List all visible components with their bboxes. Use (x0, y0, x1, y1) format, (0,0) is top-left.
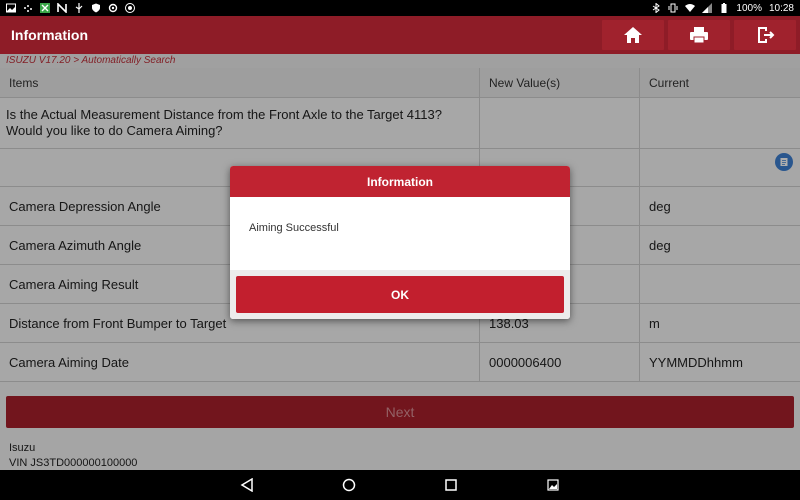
dialog-title: Information (230, 166, 570, 197)
signal-icon (702, 3, 713, 13)
information-dialog: Information Aiming Successful OK (230, 166, 570, 319)
page-title: Information (11, 27, 88, 43)
image-icon (6, 3, 16, 13)
back-icon (240, 478, 253, 492)
wifi-icon (685, 4, 696, 12)
ok-button[interactable]: OK (236, 276, 564, 313)
screenshot-icon (547, 479, 559, 491)
status-right-icons: 100% 10:28 (651, 3, 794, 14)
vibrate-icon (668, 3, 678, 13)
home-circle-icon (342, 478, 356, 492)
recents-button[interactable] (438, 475, 464, 495)
bluetooth-icon (653, 3, 661, 13)
exit-icon (758, 27, 775, 43)
n-icon (57, 3, 67, 13)
status-bar: 100% 10:28 (0, 0, 800, 16)
print-icon (690, 27, 708, 44)
status-left-icons (6, 3, 135, 13)
screenshot-button[interactable] (540, 475, 566, 495)
exit-button[interactable] (734, 20, 796, 50)
settings-icon (108, 3, 118, 13)
app-header: Information (0, 16, 800, 54)
dots-icon (24, 5, 32, 12)
dialog-footer: OK (230, 270, 570, 319)
navigation-bar (0, 470, 800, 500)
shield-icon (92, 3, 100, 13)
print-button[interactable] (668, 20, 730, 50)
recents-icon (445, 479, 457, 491)
app-icon (40, 3, 50, 13)
clock: 10:28 (768, 2, 794, 14)
usb-icon (75, 3, 83, 13)
dialog-message: Aiming Successful (230, 197, 570, 270)
battery-icon (721, 3, 727, 13)
home-nav-button[interactable] (336, 475, 362, 495)
battery-percent: 100% (736, 2, 762, 14)
back-button[interactable] (234, 475, 260, 495)
camera-icon (125, 3, 135, 13)
tablet-screen: 100% 10:28 Information ISUZU V17.20 > Au… (0, 0, 800, 500)
home-button[interactable] (602, 20, 664, 50)
home-icon (624, 27, 642, 43)
